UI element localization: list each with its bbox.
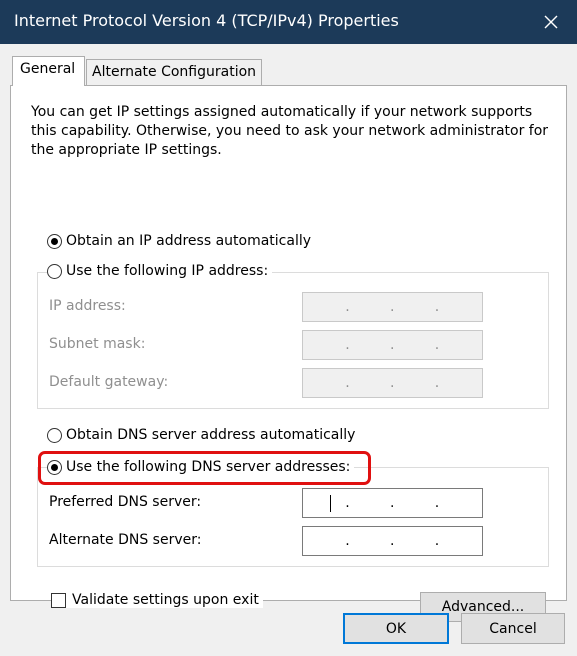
radio-label: Use the following IP address: xyxy=(66,263,269,279)
radio-indicator xyxy=(47,233,62,249)
close-icon xyxy=(544,15,558,29)
radio-label: Use the following DNS server addresses: xyxy=(66,459,351,475)
use-following-ip-radio[interactable]: Use the following IP address: xyxy=(47,263,273,279)
preferred-dns-input[interactable]: . . . . xyxy=(302,488,483,518)
window-title: Internet Protocol Version 4 (TCP/IPv4) P… xyxy=(14,11,399,30)
title-bar: Internet Protocol Version 4 (TCP/IPv4) P… xyxy=(0,0,577,44)
ip-address-label: IP address: xyxy=(49,298,126,314)
close-button[interactable] xyxy=(525,0,577,44)
description-text: You can get IP settings assigned automat… xyxy=(31,104,549,158)
subnet-mask-input[interactable]: . . . . xyxy=(302,330,483,360)
radio-indicator xyxy=(47,263,62,279)
checkbox-box xyxy=(51,592,66,608)
radio-indicator xyxy=(47,459,62,475)
radio-label: Obtain DNS server address automatically xyxy=(66,427,356,443)
general-panel: You can get IP settings assigned automat… xyxy=(10,85,567,622)
ip-address-input[interactable]: . . . . xyxy=(302,292,483,322)
radio-indicator xyxy=(47,427,62,443)
alternate-dns-label: Alternate DNS server: xyxy=(49,532,202,548)
default-gateway-input[interactable]: . . . . xyxy=(302,368,483,398)
alternate-dns-input[interactable]: . . . . xyxy=(302,526,483,556)
radio-label: Obtain an IP address automatically xyxy=(66,233,312,249)
ok-button[interactable]: OK xyxy=(343,613,449,644)
tab-alternate-configuration[interactable]: Alternate Configuration xyxy=(86,59,262,85)
default-gateway-label: Default gateway: xyxy=(49,374,169,390)
preferred-dns-label: Preferred DNS server: xyxy=(49,494,202,510)
dialog-body: General Alternate Configuration You can … xyxy=(0,44,577,656)
obtain-dns-auto-radio[interactable]: Obtain DNS server address automatically xyxy=(47,427,360,443)
tab-general[interactable]: General xyxy=(12,56,85,86)
obtain-ip-auto-radio[interactable]: Obtain an IP address automatically xyxy=(47,233,316,249)
cancel-button[interactable]: Cancel xyxy=(461,613,565,644)
validate-settings-checkbox[interactable]: Validate settings upon exit xyxy=(51,592,263,608)
subnet-mask-label: Subnet mask: xyxy=(49,336,146,352)
use-following-dns-radio[interactable]: Use the following DNS server addresses: xyxy=(47,459,355,475)
checkbox-label: Validate settings upon exit xyxy=(72,592,259,608)
